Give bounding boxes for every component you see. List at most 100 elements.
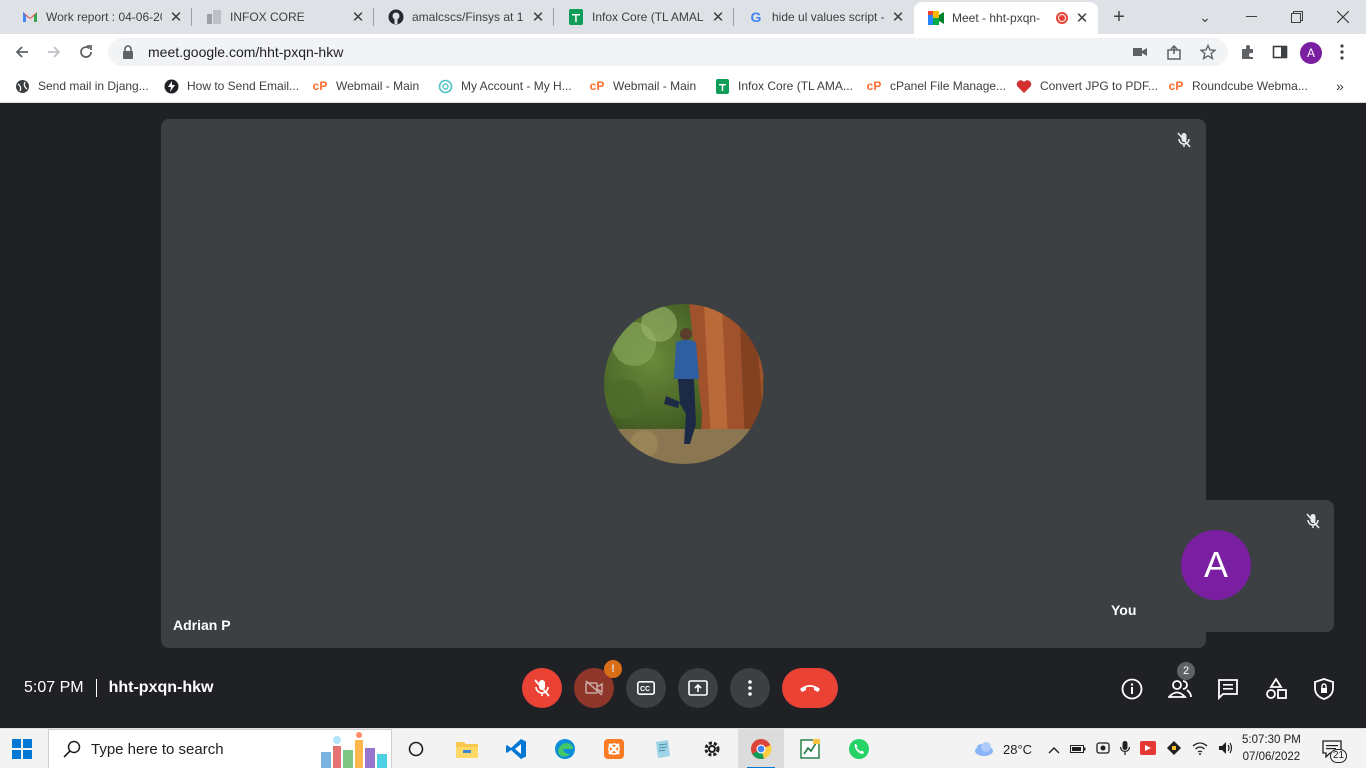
sheets-icon bbox=[568, 9, 584, 25]
chrome-button[interactable] bbox=[738, 729, 784, 768]
minimize-button[interactable] bbox=[1228, 0, 1274, 34]
bookmark-item[interactable]: Convert JPG to PDF... bbox=[1016, 76, 1158, 96]
close-icon[interactable]: ✕ bbox=[890, 9, 906, 26]
side-panel-icon[interactable] bbox=[1268, 40, 1292, 64]
bookmark-item[interactable]: Send mail in Djang... bbox=[14, 76, 149, 96]
bookmark-item[interactable]: cP Webmail - Main bbox=[589, 76, 696, 96]
folder-icon bbox=[456, 742, 478, 758]
shield-lock-icon bbox=[1314, 678, 1334, 700]
file-explorer-button[interactable] bbox=[453, 735, 481, 763]
camera-toggle-button[interactable]: ! bbox=[574, 660, 622, 708]
tab-title: Meet - hht-pxqn- bbox=[952, 11, 1041, 25]
weather-widget[interactable]: 28°C bbox=[972, 729, 1032, 768]
bookmark-item[interactable]: cP Webmail - Main bbox=[312, 76, 419, 96]
tab-meet[interactable]: Meet - hht-pxqn- ✕ bbox=[914, 2, 1098, 34]
reload-button[interactable] bbox=[72, 38, 100, 66]
activities-button[interactable] bbox=[1263, 676, 1289, 702]
volume-icon[interactable] bbox=[1218, 741, 1234, 758]
more-options-button[interactable] bbox=[730, 668, 770, 708]
cloud-icon bbox=[975, 742, 993, 756]
camera-in-use-icon[interactable] bbox=[1132, 44, 1148, 65]
bookmark-item[interactable]: How to Send Email... bbox=[163, 76, 299, 96]
wifi-icon[interactable] bbox=[1192, 741, 1208, 758]
bookmark-item[interactable]: My Account - My H... bbox=[437, 76, 572, 96]
meet-icon bbox=[928, 10, 944, 26]
clock-time: 5:07:30 PM bbox=[1242, 734, 1301, 746]
tab-infox-core[interactable]: INFOX CORE ✕ bbox=[192, 0, 374, 34]
menu-dots-icon[interactable] bbox=[1330, 40, 1354, 64]
windows-taskbar: Type here to search 28°C 5:07:30 PM 07/0… bbox=[0, 728, 1366, 768]
participant-tile[interactable]: Adrian P bbox=[161, 119, 1206, 648]
search-placeholder: Type here to search bbox=[91, 740, 224, 758]
tab-title: amalcscs/Finsys at 180 bbox=[412, 10, 524, 24]
recording-icon bbox=[1056, 12, 1068, 24]
new-tab-button[interactable]: + bbox=[1106, 4, 1132, 30]
bookmark-item[interactable]: cP Roundcube Webma... bbox=[1168, 76, 1308, 96]
system-clock[interactable]: 5:07:30 PM 07/06/2022 bbox=[1242, 732, 1301, 766]
tab-title: Work report : 04-06-20 bbox=[46, 10, 162, 24]
taskbar-search-box[interactable]: Type here to search bbox=[48, 729, 392, 768]
back-button[interactable] bbox=[8, 38, 36, 66]
close-icon[interactable]: ✕ bbox=[350, 9, 366, 26]
more-vert-icon bbox=[748, 680, 752, 696]
notification-center-button[interactable]: 21 bbox=[1322, 729, 1348, 768]
google-icon: G bbox=[750, 9, 762, 25]
settings-button[interactable] bbox=[698, 735, 726, 763]
system-tray bbox=[1048, 729, 1234, 768]
meeting-code: hht-pxqn-hkw bbox=[108, 679, 214, 696]
xampp-button[interactable] bbox=[600, 735, 628, 763]
share-icon[interactable] bbox=[1166, 44, 1182, 65]
tab-title: INFOX CORE bbox=[230, 10, 305, 24]
edge-button[interactable] bbox=[551, 735, 579, 763]
close-icon[interactable]: ✕ bbox=[168, 9, 184, 26]
tab-sheets[interactable]: Infox Core (TL AMAL) ✕ bbox=[554, 0, 734, 34]
bookmark-star-icon[interactable] bbox=[1199, 43, 1217, 65]
mic-toggle-button[interactable] bbox=[522, 668, 562, 708]
reload-icon bbox=[80, 45, 92, 58]
meeting-details-button[interactable] bbox=[1119, 676, 1145, 702]
close-icon[interactable]: ✕ bbox=[1074, 10, 1090, 27]
tab-google-search[interactable]: G hide ul values script - ✕ bbox=[734, 0, 914, 34]
screen-record-icon[interactable] bbox=[1140, 740, 1156, 758]
restore-button[interactable] bbox=[1274, 0, 1320, 34]
tab-gmail[interactable]: Work report : 04-06-20 ✕ bbox=[8, 0, 192, 34]
leave-call-button[interactable] bbox=[782, 668, 838, 708]
host-controls-button[interactable] bbox=[1311, 676, 1337, 702]
bookmark-item[interactable]: cP cPanel File Manage... bbox=[866, 76, 1006, 96]
close-window-button[interactable] bbox=[1320, 0, 1366, 34]
self-view-tile[interactable]: A You bbox=[1099, 500, 1334, 632]
sheets-file-button[interactable] bbox=[796, 735, 824, 763]
notepad-app-button[interactable] bbox=[649, 735, 677, 763]
chevron-up-icon[interactable] bbox=[1048, 742, 1060, 757]
tab-github[interactable]: amalcscs/Finsys at 180 ✕ bbox=[374, 0, 554, 34]
people-button[interactable]: 2 bbox=[1167, 662, 1195, 702]
task-view-button[interactable] bbox=[402, 735, 430, 763]
forward-button[interactable] bbox=[40, 38, 68, 66]
bookmark-item[interactable]: Infox Core (TL AMA... bbox=[714, 76, 853, 96]
app-tray-icon[interactable] bbox=[1166, 740, 1182, 759]
meet-stage: Adrian P A You 5:07 PM hht-pxqn-hkw ! CC bbox=[0, 103, 1366, 728]
spreadsheet-icon bbox=[800, 739, 820, 759]
tab-search-button[interactable]: ⌄ bbox=[1182, 0, 1228, 34]
present-now-button[interactable] bbox=[678, 668, 718, 708]
webcam-icon[interactable] bbox=[1096, 741, 1110, 758]
lock-icon bbox=[123, 45, 133, 59]
address-bar[interactable]: meet.google.com/hht-pxqn-hkw bbox=[108, 38, 1228, 66]
vscode-button[interactable] bbox=[502, 735, 530, 763]
extensions-icon[interactable] bbox=[1236, 40, 1260, 64]
vscode-icon bbox=[506, 739, 526, 759]
close-icon[interactable]: ✕ bbox=[530, 9, 546, 26]
close-icon[interactable]: ✕ bbox=[710, 9, 726, 26]
whatsapp-button[interactable] bbox=[845, 735, 873, 763]
search-highlight-illustration bbox=[321, 732, 387, 768]
start-button[interactable] bbox=[12, 739, 34, 759]
profile-avatar[interactable]: A bbox=[1300, 42, 1322, 64]
microphone-icon[interactable] bbox=[1119, 740, 1131, 759]
battery-icon[interactable] bbox=[1070, 742, 1086, 757]
tab-title: hide ul values script - bbox=[772, 10, 884, 24]
captions-button[interactable]: CC bbox=[626, 668, 666, 708]
meeting-time: 5:07 PM bbox=[24, 679, 84, 696]
chat-button[interactable] bbox=[1215, 676, 1241, 702]
bookmarks-overflow-button[interactable]: » bbox=[1336, 76, 1344, 96]
self-label: You bbox=[1111, 602, 1137, 618]
